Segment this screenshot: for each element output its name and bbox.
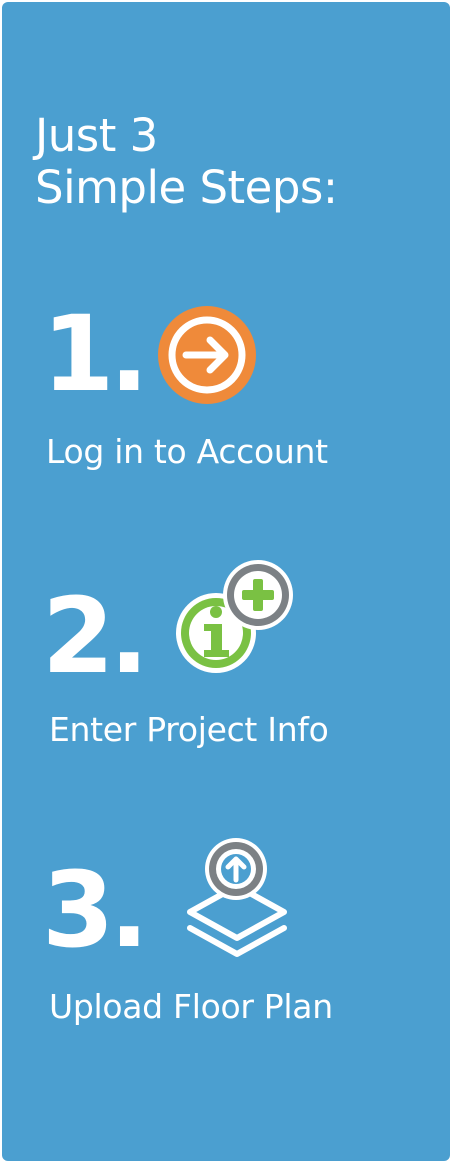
arrow-right-circle-icon <box>156 304 258 406</box>
step-1-number: 1. <box>42 293 149 415</box>
step-3-number: 3. <box>42 849 149 971</box>
step-3-label: Upload Floor Plan <box>49 987 333 1026</box>
heading-line-2: Simple Steps: <box>35 161 338 214</box>
panel-heading: Just 3 Simple Steps: <box>35 110 338 214</box>
step-1-label: Log in to Account <box>46 432 328 471</box>
steps-panel: Just 3 Simple Steps: 1. Log in to Accoun… <box>2 2 450 1161</box>
step-2-number: 2. <box>42 575 149 697</box>
upload-layers-icon <box>184 836 290 958</box>
info-plus-icon <box>174 558 296 678</box>
heading-line-1: Just 3 <box>35 109 158 162</box>
step-2-label: Enter Project Info <box>49 710 329 749</box>
